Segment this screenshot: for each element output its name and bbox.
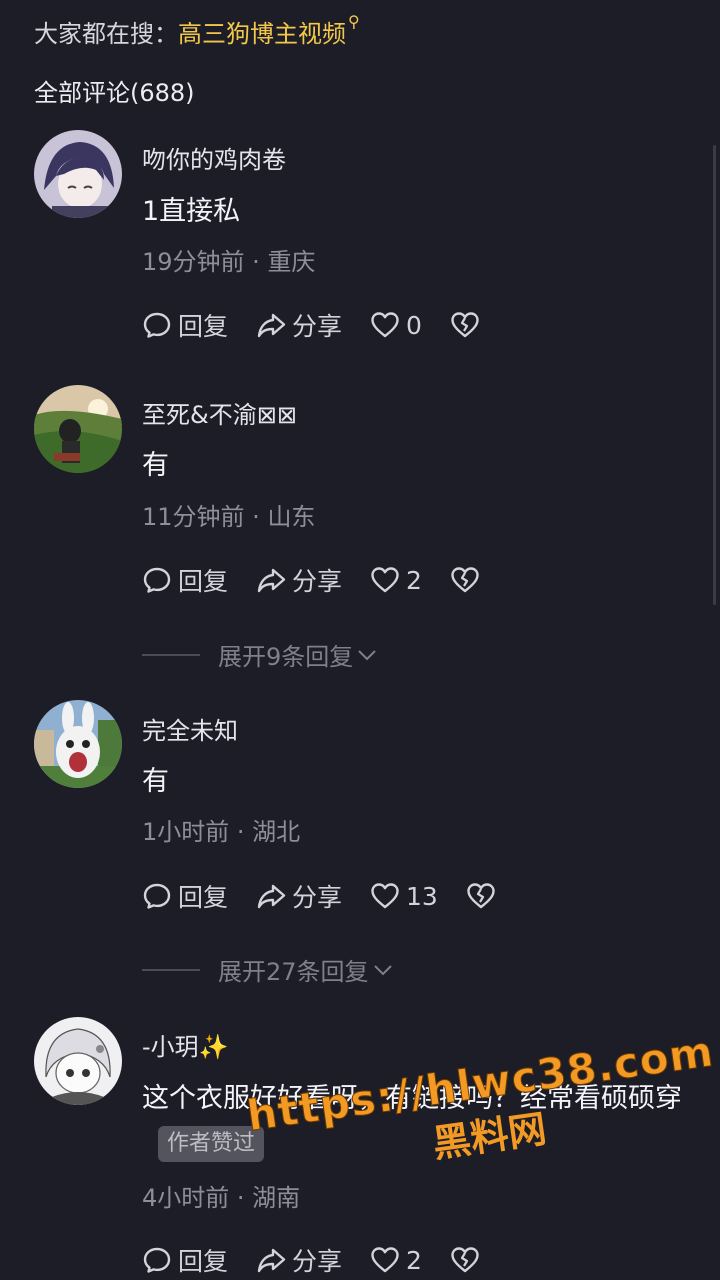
share-label: 分享	[292, 883, 343, 912]
expand-replies-button[interactable]: 展开9条回复	[142, 637, 377, 672]
share-icon	[257, 568, 286, 593]
comment-location: 重庆	[267, 248, 316, 276]
search-suggestion-prefix: 大家都在搜：	[34, 20, 178, 48]
reply-label: 回复	[178, 883, 229, 912]
comment-actions: 回复 分享 0	[142, 305, 508, 345]
like-count: 13	[406, 881, 438, 911]
comment-actions: 回复 分享 2	[142, 560, 508, 600]
reply-button[interactable]: 回复	[142, 307, 228, 343]
comment-location: 山东	[267, 503, 316, 531]
reply-button[interactable]: 回复	[142, 878, 228, 914]
comment-text: 有	[142, 760, 702, 804]
avatar[interactable]	[34, 700, 122, 788]
comment-actions: 回复 分享 2	[142, 1240, 508, 1280]
share-button[interactable]: 分享	[256, 307, 342, 343]
dislike-button[interactable]	[450, 565, 480, 595]
share-icon	[257, 884, 286, 909]
reply-icon	[143, 883, 171, 909]
expand-replies-button[interactable]: 展开27条回复	[142, 952, 393, 987]
like-count: 2	[406, 565, 422, 595]
expand-replies-label: 展开27条回复	[218, 958, 369, 986]
heart-icon	[371, 883, 399, 909]
heart-icon	[371, 312, 399, 338]
divider-line	[142, 653, 200, 656]
like-count: 0	[406, 310, 422, 340]
search-suggestion[interactable]: 大家都在搜：高三狗博主视频 ⚲	[34, 12, 360, 49]
scrollbar[interactable]	[713, 145, 716, 605]
comment-meta: 11分钟前 · 山东	[142, 503, 316, 531]
watermark: https://hlwc38.com 黑料网	[244, 1026, 720, 1193]
comment-text-body: 1直接私	[142, 196, 241, 227]
expand-replies-label: 展开9条回复	[218, 643, 354, 671]
comment-username[interactable]: 吻你的鸡肉卷	[142, 140, 286, 175]
comment-username[interactable]: 至死&不渝⊠⊠	[142, 395, 297, 430]
broken-heart-icon	[451, 312, 479, 338]
share-button[interactable]: 分享	[256, 562, 342, 598]
dislike-button[interactable]	[450, 1245, 480, 1275]
comment-time: 4小时前	[142, 1184, 230, 1212]
reply-button[interactable]: 回复	[142, 1242, 228, 1278]
comment-time: 1小时前	[142, 818, 230, 846]
share-label: 分享	[292, 1247, 343, 1276]
comment-username[interactable]: 完全未知	[142, 711, 238, 746]
avatar[interactable]	[34, 385, 122, 473]
dislike-button[interactable]	[466, 881, 496, 911]
share-button[interactable]: 分享	[256, 1242, 342, 1278]
search-icon: ⚲	[348, 12, 360, 31]
like-button[interactable]: 2	[370, 565, 422, 595]
reply-label: 回复	[178, 1247, 229, 1276]
reply-icon	[143, 567, 171, 593]
comment-text: 1直接私	[142, 190, 702, 234]
reply-button[interactable]: 回复	[142, 562, 228, 598]
share-label: 分享	[292, 312, 343, 341]
comment-text-body: 有	[142, 450, 169, 481]
avatar[interactable]	[34, 1017, 122, 1105]
divider-line	[142, 968, 200, 971]
avatar[interactable]	[34, 130, 122, 218]
heart-icon	[371, 1247, 399, 1273]
chevron-down-icon	[373, 964, 392, 975]
like-button[interactable]: 13	[370, 881, 438, 911]
broken-heart-icon	[451, 1247, 479, 1273]
reply-label: 回复	[178, 312, 229, 341]
broken-heart-icon	[467, 883, 495, 909]
comment-location: 湖北	[252, 818, 301, 846]
share-button[interactable]: 分享	[256, 878, 342, 914]
like-count: 2	[406, 1245, 422, 1275]
search-suggestion-keyword[interactable]: 高三狗博主视频	[178, 20, 346, 48]
share-label: 分享	[292, 567, 343, 596]
comment-username[interactable]: -小玥✨	[142, 1027, 229, 1062]
author-liked-badge: 作者赞过	[158, 1125, 265, 1162]
comment-meta: 19分钟前 · 重庆	[142, 248, 316, 276]
like-button[interactable]: 0	[370, 310, 422, 340]
share-icon	[257, 313, 286, 338]
comment-time: 11分钟前	[142, 503, 245, 531]
comment-meta: 1小时前 · 湖北	[142, 818, 301, 846]
comment-actions: 回复 分享 13	[142, 876, 524, 916]
reply-icon	[143, 1247, 171, 1273]
broken-heart-icon	[451, 567, 479, 593]
comments-count-title: 全部评论(688)	[34, 79, 195, 107]
share-icon	[257, 1248, 286, 1273]
heart-icon	[371, 567, 399, 593]
reply-label: 回复	[178, 567, 229, 596]
comment-text-body: 有	[142, 766, 169, 797]
like-button[interactable]: 2	[370, 1245, 422, 1275]
reply-icon	[143, 312, 171, 338]
comment-text: 有	[142, 444, 702, 488]
comment-time: 19分钟前	[142, 248, 245, 276]
dislike-button[interactable]	[450, 310, 480, 340]
chevron-down-icon	[358, 649, 376, 660]
